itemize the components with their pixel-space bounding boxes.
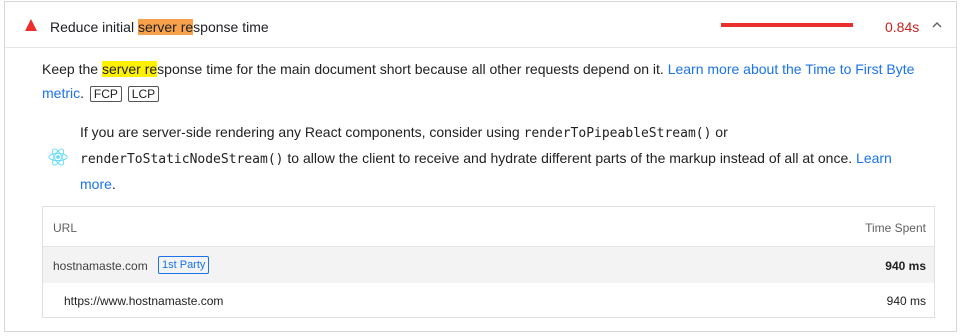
metric-bar [721,23,853,27]
column-header-time: Time Spent [865,221,926,235]
note-text-or: or [711,124,728,140]
row-url[interactable]: https://www.hostnamaste.com [64,294,223,308]
audit-title: Reduce initial server response time [50,18,269,36]
column-header-url: URL [53,221,78,235]
desc-period: . [80,85,85,101]
audit-value: 0.84s [885,19,920,35]
audit-header[interactable]: Reduce initial server response time 0.84… [5,2,956,48]
audit-panel: Reduce initial server response time 0.84… [4,1,957,332]
desc-text-cont: sponse time for the main document short … [157,61,668,77]
desc-highlight: server re [101,61,158,77]
tag-fcp: FCP [89,86,122,102]
table-header: URL Time Spent [43,207,934,247]
react-icon [48,148,68,166]
title-highlight: server re [137,19,194,35]
audit-description: Keep the server response time for the ma… [42,57,922,105]
note-text: If you are server-side rendering any Rea… [80,124,524,140]
entity-time: 940 ms [885,259,926,273]
note-period: . [111,176,116,192]
details-table: URL Time Spent hostnamaste.com 1st Party… [42,206,935,318]
note-text-cont: to allow the client to receive and hydra… [283,150,857,166]
chevron-up-icon[interactable] [930,18,944,32]
table-row: https://www.hostnamaste.com 940 ms [43,283,934,319]
desc-text: Keep the [42,61,102,77]
title-text-end: sponse time [193,19,269,35]
table-row-group: hostnamaste.com 1st Party 940 ms [43,247,934,283]
stack-pack-note: If you are server-side rendering any Rea… [80,120,925,196]
first-party-badge: 1st Party [158,256,210,274]
row-time: 940 ms [886,294,926,308]
warning-triangle-icon [25,19,37,31]
note-code-pipeable: renderToPipeableStream() [523,126,712,141]
note-code-static: renderToStaticNodeStream() [80,152,284,167]
tag-lcp: LCP [127,86,160,102]
entity-domain: hostnamaste.com [53,259,148,273]
title-text: Reduce initial [50,19,138,35]
